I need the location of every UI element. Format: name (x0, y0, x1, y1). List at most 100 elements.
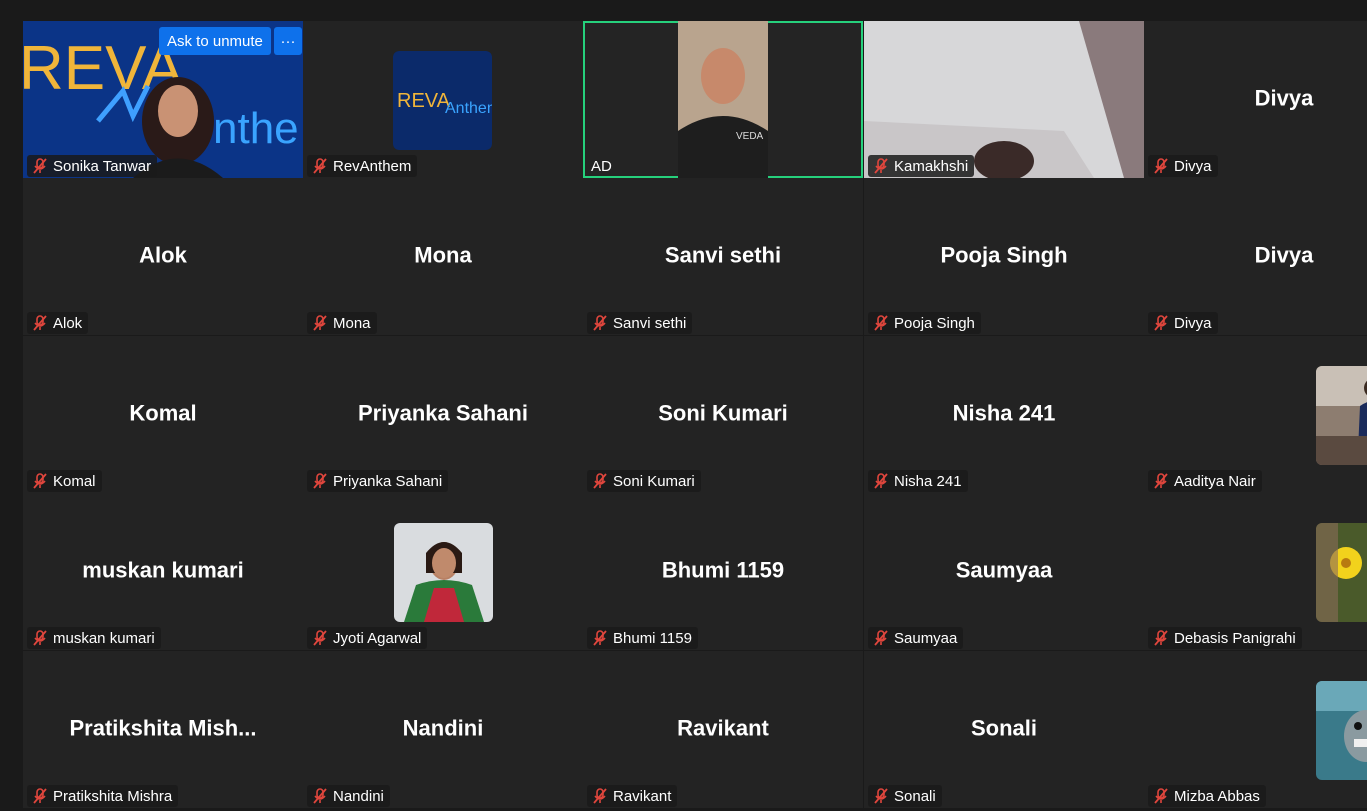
video-tile-saumyaa[interactable]: Saumyaa Saumyaa (864, 493, 1144, 650)
muted-mic-icon (33, 473, 47, 489)
video-tile-sanvi-sethi[interactable]: Sanvi sethi Sanvi sethi (583, 178, 863, 335)
participant-label: Divya (1148, 155, 1218, 177)
video-tile-alok[interactable]: Alok Alok (23, 178, 303, 335)
participant-name: Aaditya Nair (1174, 472, 1256, 490)
muted-mic-icon (874, 473, 888, 489)
muted-mic-icon (313, 630, 327, 646)
video-tile-kamakhshi[interactable]: Kamakhshi (864, 21, 1144, 178)
participant-display-name: Ravikant (677, 715, 769, 741)
video-tile-nisha-241[interactable]: Nisha 241 Nisha 241 (864, 336, 1144, 493)
video-tile-divya[interactable]: Divya Divya (1144, 21, 1367, 178)
video-tile-divya-2[interactable]: Divya Divya (1144, 178, 1367, 335)
participant-display-name: Alok (139, 242, 187, 268)
ask-to-unmute-button[interactable]: Ask to unmute (159, 27, 271, 55)
muted-mic-icon (1154, 315, 1168, 331)
participant-display-name: Priyanka Sahani (358, 400, 528, 426)
video-tile-revanthem[interactable]: REVA Anthem RevAnthem (303, 21, 583, 178)
muted-mic-icon (874, 788, 888, 804)
participant-name: Nisha 241 (894, 472, 962, 490)
participant-name: AD (591, 157, 612, 175)
muted-mic-icon (593, 630, 607, 646)
participant-display-name: Sonali (970, 715, 1037, 741)
video-tile-pratikshita-mishra[interactable]: Pratikshita Mish... Pratikshita Mishra (23, 651, 303, 808)
participant-label: Pooja Singh (868, 312, 981, 334)
video-tile-komal[interactable]: Komal Komal (23, 336, 303, 493)
gallery-view: REVA nthe Ask to unmute ··· Sonika Tanwa… (23, 21, 1367, 811)
muted-mic-icon (33, 630, 47, 646)
video-tile-pooja-singh[interactable]: Pooja Singh Pooja Singh (864, 178, 1144, 335)
video-tile-sonika-tanwar[interactable]: REVA nthe Ask to unmute ··· Sonika Tanwa… (23, 21, 303, 178)
muted-mic-icon (874, 158, 888, 174)
participant-label: Sonika Tanwar (27, 155, 158, 177)
svg-text:Anthem: Anthem (445, 100, 492, 117)
participant-label: Kamakhshi (868, 155, 975, 177)
participant-name: Kamakhshi (894, 157, 969, 175)
video-tile-mizba-abbas[interactable]: Mizba Abbas (1144, 651, 1367, 808)
participant-display-name: Saumyaa (955, 557, 1053, 583)
muted-mic-icon (33, 788, 47, 804)
participant-name: Divya (1174, 314, 1212, 332)
muted-mic-icon (1154, 473, 1168, 489)
participant-label: Nandini (307, 785, 390, 807)
participant-name: Pooja Singh (894, 314, 975, 332)
participant-name: Sanvi sethi (613, 314, 687, 332)
participant-name: Alok (53, 314, 83, 332)
svg-text:REVA: REVA (397, 90, 451, 112)
participant-label: Divya (1148, 312, 1218, 334)
participant-name: Mizba Abbas (1174, 787, 1260, 805)
video-tile-ad-active-speaker[interactable]: VEDA AD (583, 21, 863, 178)
muted-mic-icon (874, 630, 888, 646)
anthem-logo-text: nthe (213, 104, 299, 153)
video-tile-mona[interactable]: Mona Mona (303, 178, 583, 335)
participant-display-name: muskan kumari (82, 557, 244, 583)
participant-name: Pratikshita Mishra (53, 787, 173, 805)
video-tile-aaditya-nair[interactable]: Aaditya Nair (1144, 336, 1367, 493)
participant-name: Debasis Panigrahi (1174, 629, 1296, 647)
video-tile-nandini[interactable]: Nandini Nandini (303, 651, 583, 808)
participant-label: Jyoti Agarwal (307, 627, 428, 649)
participant-name: Bhumi 1159 (613, 629, 692, 647)
video-tile-bhumi-1159[interactable]: Bhumi 1159 Bhumi 1159 (583, 493, 863, 650)
participant-name: Komal (53, 472, 96, 490)
participant-label: Pratikshita Mishra (27, 785, 179, 807)
participant-label: Sonali (868, 785, 942, 807)
participant-name: Sonika Tanwar (53, 157, 152, 175)
muted-mic-icon (874, 315, 888, 331)
muted-mic-icon (1154, 158, 1168, 174)
participant-display-name: Nandini (402, 715, 484, 741)
participant-label: Sanvi sethi (587, 312, 693, 334)
participant-name: Divya (1174, 157, 1212, 175)
participant-label: Nisha 241 (868, 470, 968, 492)
participant-label: Ravikant (587, 785, 678, 807)
participant-label: Alok (27, 312, 89, 334)
video-tile-sonali[interactable]: Sonali Sonali (864, 651, 1144, 808)
participant-name: Priyanka Sahani (333, 472, 443, 490)
more-options-button[interactable]: ··· (274, 27, 302, 55)
video-tile-ravikant[interactable]: Ravikant Ravikant (583, 651, 863, 808)
ad-video-feed: VEDA (678, 21, 768, 178)
participant-name: Sonali (894, 787, 936, 805)
video-tile-debasis-panigrahi[interactable]: Debasis Panigrahi (1144, 493, 1367, 650)
debasis-avatar-photo (1316, 523, 1367, 622)
participant-label: Priyanka Sahani (307, 470, 449, 492)
muted-mic-icon (593, 315, 607, 331)
video-tile-muskan-kumari[interactable]: muskan kumari muskan kumari (23, 493, 303, 650)
participant-name: Soni Kumari (613, 472, 695, 490)
muted-mic-icon (593, 788, 607, 804)
muted-mic-icon (313, 473, 327, 489)
participant-label: Saumyaa (868, 627, 964, 649)
video-tile-jyoti-agarwal[interactable]: Jyoti Agarwal (303, 493, 583, 650)
participant-name: Mona (333, 314, 371, 332)
video-tile-priyanka-sahani[interactable]: Priyanka Sahani Priyanka Sahani (303, 336, 583, 493)
participant-display-name: Bhumi 1159 (661, 557, 785, 583)
participant-label: RevAnthem (307, 155, 418, 177)
participant-display-name: Soni Kumari (658, 400, 788, 426)
participant-label: Bhumi 1159 (587, 627, 698, 649)
participant-display-name: Sanvi sethi (664, 242, 782, 268)
svg-text:VEDA: VEDA (736, 131, 764, 142)
participant-name: Nandini (333, 787, 384, 805)
participant-display-name: Pratikshita Mish... (69, 715, 257, 741)
video-tile-soni-kumari[interactable]: Soni Kumari Soni Kumari (583, 336, 863, 493)
participant-label: Debasis Panigrahi (1148, 627, 1302, 649)
muted-mic-icon (313, 158, 327, 174)
